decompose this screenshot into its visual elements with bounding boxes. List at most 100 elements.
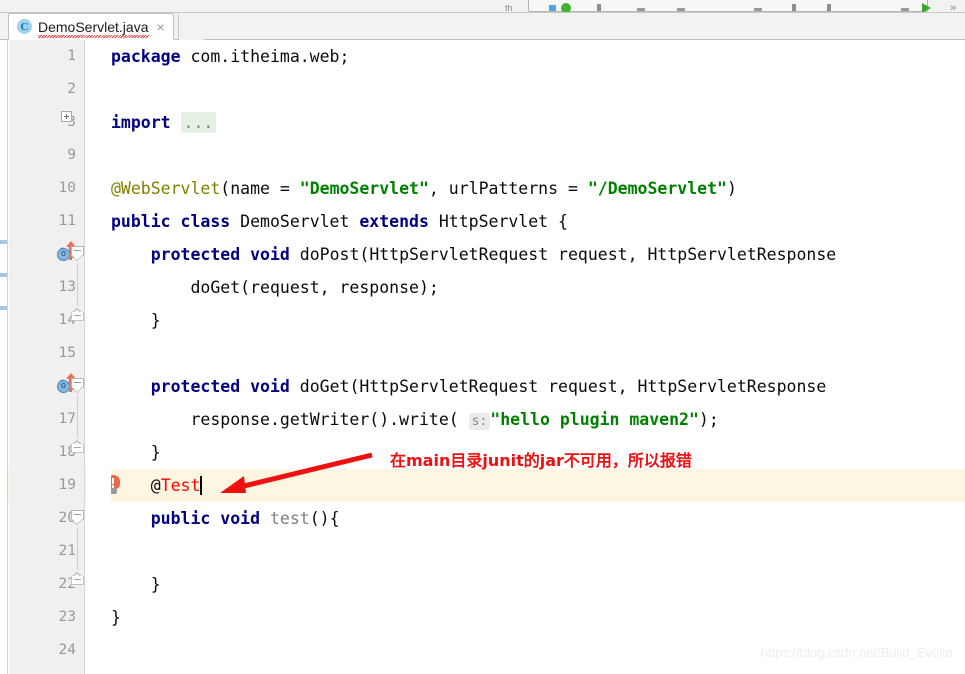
code-line-12: protected void doPost(HttpServletRequest… [111, 238, 836, 271]
code-line-11: public class DemoServlet extends HttpSer… [111, 205, 568, 238]
code-line-1: package com.itheima.web; [111, 40, 349, 73]
line-number: 10 [58, 180, 76, 196]
keyword-class: class [180, 212, 231, 231]
closing-brace: } [150, 311, 161, 330]
coverage-icon [637, 8, 645, 11]
keyword-void: void [220, 509, 261, 528]
annotation-separator: , urlPatterns = [428, 179, 588, 198]
more-icon [901, 8, 909, 11]
search-icon [792, 4, 796, 11]
fold-region-end-icon[interactable] [71, 440, 84, 454]
line-number: 15 [58, 345, 76, 361]
url-pattern-string: "/DemoServlet" [587, 179, 727, 198]
annotation-mark [0, 240, 7, 244]
vcs-annotation-strip[interactable] [0, 40, 8, 674]
tab-demoservlet-java[interactable]: C DemoServlet.java × [8, 13, 174, 40]
code-folding-column[interactable] [61, 40, 111, 674]
idea-editor-window: th » C DemoServlet.java × 1 2 3 9 10 11 … [0, 0, 965, 674]
keyword-public: public [150, 509, 211, 528]
csdn-watermark: https://blog.csdn.net/Bulid_Evolto [760, 645, 953, 660]
close-icon[interactable]: × [157, 20, 165, 34]
doget-call: doGet(request, response); [190, 278, 439, 297]
annotation-mark [0, 273, 7, 277]
annotation-open-paren: (name = [220, 179, 300, 198]
line-number: 17 [58, 411, 76, 427]
line-number: 23 [58, 609, 76, 625]
fold-region-bar [77, 528, 78, 570]
code-line-18: } [111, 436, 161, 469]
write-call-prefix: response.getWriter().write( [190, 410, 469, 429]
line-number: 18 [58, 444, 76, 460]
keyword-protected: protected [150, 245, 241, 264]
fold-collapse-icon[interactable] [71, 378, 84, 394]
line-number: 19 [58, 477, 76, 493]
code-line-17: response.getWriter().write( s: "hello plu… [111, 403, 719, 436]
chevron-down-icon[interactable]: » [950, 3, 956, 13]
keyword-package: package [111, 47, 181, 66]
fold-region-bar [77, 396, 78, 438]
code-line-16: protected void doGet(HttpServletRequest … [111, 370, 827, 403]
code-editor[interactable]: 1 2 3 9 10 11 12 13 14 15 16 17 18 19 20… [0, 40, 965, 674]
fold-region-end-icon[interactable] [71, 572, 84, 586]
run-icon [561, 3, 571, 12]
code-line-3: import ... [111, 106, 217, 139]
line-number: 22 [58, 576, 76, 592]
text-caret [200, 476, 203, 495]
fold-collapse-icon[interactable] [71, 510, 84, 526]
toolbar-left-text: th [505, 3, 513, 13]
code-line-22: } [111, 568, 161, 601]
annotation-mark [0, 306, 7, 310]
profile-icon [677, 8, 685, 11]
annotation-text: 在main目录junit的jar不可用，所以报错 [390, 451, 692, 470]
line-number: 11 [58, 213, 76, 229]
line-number: 21 [58, 543, 76, 559]
code-line-13: doGet(request, response); [111, 271, 439, 304]
run-play-icon[interactable] [922, 3, 931, 12]
closing-brace: } [150, 575, 161, 594]
stop-icon [754, 8, 762, 11]
closing-brace: } [150, 443, 161, 462]
annotation-close-paren: ) [726, 179, 737, 198]
servlet-name-string: "DemoServlet" [299, 179, 429, 198]
fold-region-bar [77, 264, 78, 306]
webservlet-annotation: @WebServlet [111, 179, 221, 198]
code-line-20: public void test(){ [111, 502, 340, 535]
at-symbol: @ [150, 476, 161, 495]
fold-expand-icon[interactable] [61, 111, 72, 122]
line-number: 14 [58, 312, 76, 328]
code-line-23: } [111, 601, 121, 634]
main-toolbar: th » [0, 0, 965, 13]
code-line-14: } [111, 304, 161, 337]
keyword-public: public [111, 212, 171, 231]
keyword-import: import [111, 113, 171, 132]
tab-label: DemoServlet.java [38, 18, 149, 38]
code-text-area[interactable]: package com.itheima.web; import ... @Web… [111, 40, 965, 674]
parameter-hint: s: [468, 413, 491, 430]
line-number: 20 [58, 510, 76, 526]
module-icon [549, 5, 556, 11]
doget-signature: doGet(HttpServletRequest request, HttpSe… [289, 377, 827, 396]
dopost-signature: doPost(HttpServletRequest request, HttpS… [289, 245, 837, 264]
closing-brace: } [111, 608, 121, 627]
class-name: DemoServlet [230, 212, 360, 231]
settings-icon [827, 4, 831, 11]
fold-region-end-icon[interactable] [71, 308, 84, 322]
keyword-void: void [250, 377, 290, 396]
keyword-extends: extends [359, 212, 429, 231]
debug-icon [597, 4, 601, 11]
hello-string-literal: "hello plugin maven2" [490, 410, 699, 429]
line-number: 13 [58, 279, 76, 295]
run-configuration-box[interactable] [528, 0, 928, 12]
line-number: 24 [58, 642, 76, 658]
fold-collapse-icon[interactable] [71, 246, 84, 262]
package-name: com.itheima.web; [180, 47, 350, 66]
keyword-void: void [250, 245, 290, 264]
code-line-19: @Test [111, 469, 203, 502]
tab-bar-filler [178, 14, 204, 40]
superclass-name: HttpServlet { [428, 212, 568, 231]
test-annotation-unresolved: Test [160, 476, 201, 495]
method-parens: (){ [309, 509, 340, 528]
line-number: 1 [67, 48, 76, 64]
folded-imports[interactable]: ... [180, 112, 217, 133]
write-call-suffix: ); [698, 410, 719, 429]
